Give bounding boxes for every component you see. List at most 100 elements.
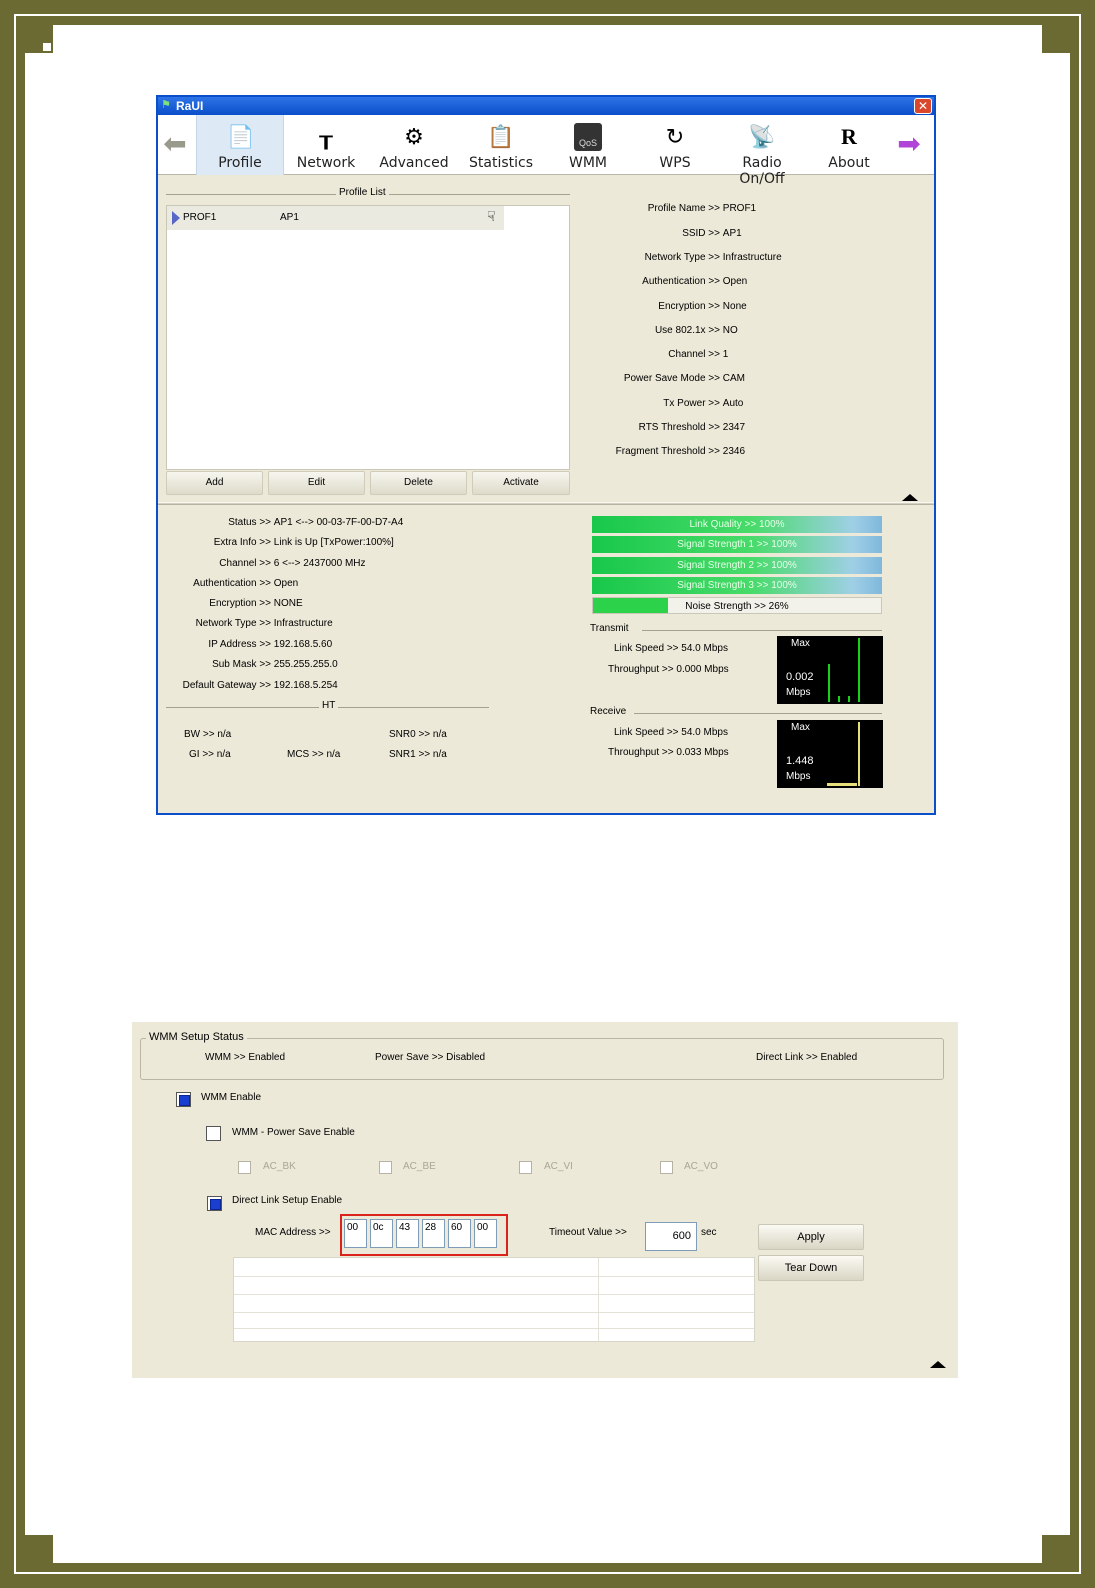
status-row: Authentication >> Open [166,578,298,589]
table-row [234,1294,754,1295]
detail-key: Encryption >> [658,301,720,312]
timeout-unit: sec [701,1227,717,1238]
tab-radio[interactable]: 📡 Radio On/Off [718,115,806,187]
status-row: Network Type >> Infrastructure [166,618,333,629]
forward-arrow-icon[interactable]: ➡ [894,129,924,159]
apply-button[interactable]: Apply [758,1224,864,1250]
edit-button[interactable]: Edit [268,471,365,495]
close-button[interactable]: ✕ [914,98,932,114]
profile-detail-row: Authentication >> Open [592,276,747,287]
detail-key: Power Save Mode >> [623,373,720,384]
frame-corner [25,1535,53,1563]
detail-value: None [722,301,747,312]
ht-gi: GI >> n/a [189,749,231,760]
ac-bk-checkbox[interactable] [238,1161,251,1174]
tab-advanced[interactable]: ⚙ Advanced [370,115,458,175]
status-value: 192.168.5.254 [273,680,338,691]
tx-chart-max: Max [791,638,810,649]
tab-network[interactable]: ┰ Network [282,115,370,175]
status-value: NONE [273,598,303,609]
ac-vo-checkbox[interactable] [660,1161,673,1174]
signal-strength-1-bar: Signal Strength 1 >> 100% [592,536,882,553]
profile-detail-row: Tx Power >> Auto [592,398,743,409]
status-row: IP Address >> 192.168.5.60 [166,639,332,650]
mac-octet-2[interactable]: 0c [370,1219,393,1248]
status-row: Extra Info >> Link is Up [TxPower:100%] [166,537,394,548]
ht-title: HT [319,700,339,711]
profile-detail-row: Channel >> 1 [592,349,728,360]
wmm-power-save-checkbox[interactable] [206,1126,221,1141]
wmm-enable-label: WMM Enable [201,1092,262,1103]
tear-down-button[interactable]: Tear Down [758,1255,864,1281]
status-key: Encryption >> [209,598,271,609]
mac-octet-4[interactable]: 28 [422,1219,445,1248]
title-bar: ⚑ RaUI ✕ [158,97,934,115]
profile-detail-row: Fragment Threshold >> 2346 [592,446,745,457]
detail-key: SSID >> [682,228,720,239]
table-row [234,1328,754,1329]
ac-bk-label: AC_BK [263,1161,296,1172]
status-value: Link is Up [TxPower:100%] [273,537,394,548]
rx-chart-max: Max [791,722,810,733]
wps-icon: ↻ [665,124,685,149]
detail-value: Open [722,276,748,287]
tab-about[interactable]: R About [805,115,893,175]
ac-vo-label: AC_VO [684,1161,718,1172]
window-title: RaUI [176,99,204,113]
tab-wps[interactable]: ↻ WPS [631,115,719,175]
list-item[interactable]: PROF1 AP1 ☟ [167,206,504,230]
back-arrow-icon[interactable]: ⬅ [160,129,190,159]
tx-chart-bar [858,638,860,702]
toolbar: ⬅ 📄 Profile ┰ Network ⚙ Advanced 📋 Stati… [158,115,934,187]
detail-key: Network Type >> [644,252,720,263]
mac-octet-5[interactable]: 60 [448,1219,471,1248]
detail-value: 1 [722,349,729,360]
tab-statistics[interactable]: 📋 Statistics [457,115,545,175]
ht-snr0: SNR0 >> n/a [389,729,447,740]
wmm-setup-status-title: WMM Setup Status [146,1031,247,1043]
mac-address-label: MAC Address >> [255,1227,331,1238]
rx-throughput: Throughput >> 0.033 Mbps [608,747,729,758]
activate-button[interactable]: Activate [472,471,570,495]
collapse-up-icon[interactable] [902,494,918,501]
mac-octet-6[interactable]: 00 [474,1219,497,1248]
direct-link-table[interactable] [233,1257,755,1342]
collapse-up-icon[interactable] [930,1361,946,1368]
ac-vi-checkbox[interactable] [519,1161,532,1174]
rx-chart-value: 1.448 [786,755,814,767]
tab-profile[interactable]: 📄 Profile [196,115,284,175]
status-row: Default Gateway >> 192.168.5.254 [166,680,338,691]
ht-snr1: SNR1 >> n/a [389,749,447,760]
about-icon: R [841,124,857,149]
detail-value: 2346 [722,446,746,457]
signal-strength-2-bar: Signal Strength 2 >> 100% [592,557,882,574]
profile-list[interactable]: PROF1 AP1 ☟ [166,205,570,470]
detail-key: Authentication >> [642,276,720,287]
link-quality-bar: Link Quality >> 100% [592,516,882,533]
profile-icon: 📄 [227,124,255,149]
radio-icon: 📡 [748,124,776,149]
rx-chart-unit: Mbps [786,771,811,782]
status-value: AP1 <--> 00-03-7F-00-D7-A4 [273,517,404,528]
tx-chart-bar [848,696,850,702]
tab-wmm[interactable]: QoS WMM [544,115,632,175]
ac-be-checkbox[interactable] [379,1161,392,1174]
receive-title: Receive [588,706,630,717]
add-button[interactable]: Add [166,471,263,495]
mac-octet-3[interactable]: 43 [396,1219,419,1248]
mac-octet-1[interactable]: 00 [344,1219,367,1248]
raui-window: ⚑ RaUI ✕ ⬅ 📄 Profile ┰ Network ⚙ Advance… [156,95,936,815]
tx-chart-bar [828,664,830,702]
profile-detail-row: Encryption >> None [592,301,747,312]
direct-link-setup-label: Direct Link Setup Enable [232,1195,343,1206]
delete-button[interactable]: Delete [370,471,467,495]
profile-detail-row: Use 802.1x >> NO [592,325,738,336]
status-value: Open [273,578,299,589]
advanced-icon: ⚙ [404,124,424,149]
rx-link-speed: Link Speed >> 54.0 Mbps [614,727,728,738]
wmm-enable-checkbox[interactable] [176,1092,191,1107]
direct-link-setup-checkbox[interactable] [207,1196,222,1211]
table-row [234,1276,754,1277]
timeout-input[interactable]: 600 [645,1222,697,1251]
direct-link-status: Direct Link >> Enabled [756,1052,858,1063]
